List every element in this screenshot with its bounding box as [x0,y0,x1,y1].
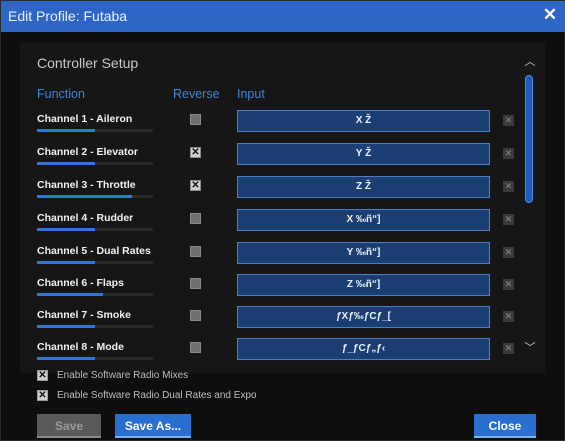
channel-level-bar [37,325,153,328]
channel-row: Channel 3 - Throttle ✕ Z Ž ✕ [37,176,523,207]
reverse-checkbox[interactable] [190,342,201,353]
channel-label: Channel 4 - Rudder [37,212,134,224]
channel-level-fill [37,129,95,132]
section-title: Controller Setup [37,55,139,71]
channel-level-bar [37,261,153,264]
column-header-function: Function [37,87,85,101]
clear-input-icon[interactable]: ✕ [503,247,514,258]
channel-level-bar [37,195,153,198]
channel-row: Channel 2 - Elevator ✕ Y Ž ✕ [37,143,523,174]
channel-level-fill [37,293,103,296]
option-label: Enable Software Radio Dual Rates and Exp… [57,390,257,401]
save-as-button[interactable]: Save As... [115,414,191,438]
chevron-up-icon[interactable]: ︿ [523,56,537,68]
reverse-checkbox[interactable] [190,310,201,321]
channel-level-bar [37,293,153,296]
chevron-down-icon[interactable]: ﹀ [523,342,537,354]
channel-label: Channel 8 - Mode [37,341,124,353]
channel-level-fill [37,357,95,360]
channel-input-field[interactable]: Y Ž [237,143,490,165]
checkbox-dual-rates-expo[interactable]: ✕ [37,390,48,401]
checkbox-software-radio-mixes[interactable]: ✕ [37,370,48,381]
channel-label: Channel 7 - Smoke [37,309,131,321]
channel-input-field[interactable]: X Ž [237,110,490,132]
channel-level-fill [37,261,95,264]
channel-label: Channel 5 - Dual Rates [37,245,151,257]
channel-row: Channel 1 - Aileron X Ž ✕ [37,110,523,141]
reverse-checkbox[interactable]: ✕ [190,147,201,158]
clear-input-icon[interactable]: ✕ [503,181,514,192]
scrollbar[interactable]: ︿ ﹀ [520,56,540,356]
column-header-input: Input [237,87,265,101]
window-title: Edit Profile: Futaba [8,8,128,24]
channel-input-field[interactable]: Z Ž [237,176,490,198]
channel-level-bar [37,228,153,231]
scrollbar-thumb[interactable] [525,75,533,203]
channel-row: Channel 4 - Rudder X ‰ñ“] ✕ [37,209,523,240]
channel-input-field[interactable]: ƒXƒ‰ƒCƒ_[ [237,306,490,328]
title-bar: Edit Profile: Futaba ✕ [1,1,565,32]
clear-input-icon[interactable]: ✕ [503,279,514,290]
column-header-reverse: Reverse [173,87,220,101]
channel-level-fill [37,195,132,198]
channel-label: Channel 3 - Throttle [37,179,136,191]
channel-level-bar [37,357,153,360]
clear-input-icon[interactable]: ✕ [503,148,514,159]
option-label: Enable Software Radio Mixes [57,370,189,381]
option-dual-rates-expo[interactable]: ✕ Enable Software Radio Dual Rates and E… [37,390,257,401]
clear-input-icon[interactable]: ✕ [503,214,514,225]
option-software-radio-mixes[interactable]: ✕ Enable Software Radio Mixes [37,370,188,381]
reverse-checkbox[interactable] [190,278,201,289]
channel-level-fill [37,162,95,165]
channel-input-field[interactable]: Y ‰ñ“] [237,242,490,264]
channel-input-field[interactable]: ƒ_ƒCƒ„ƒ‹ [237,338,490,360]
close-icon[interactable]: ✕ [541,6,559,24]
reverse-checkbox[interactable] [190,246,201,257]
edit-profile-window: Edit Profile: Futaba ✕ Controller Setup … [0,0,565,441]
reverse-checkbox[interactable] [190,114,201,125]
clear-input-icon[interactable]: ✕ [503,115,514,126]
save-button[interactable]: Save [37,414,101,438]
channel-level-bar [37,162,153,165]
channel-row: Channel 8 - Mode ƒ_ƒCƒ„ƒ‹ ✕ [37,338,523,369]
channel-input-field[interactable]: Z ‰ñ“] [237,274,490,296]
channel-label: Channel 6 - Flaps [37,277,124,289]
channel-row: Channel 7 - Smoke ƒXƒ‰ƒCƒ_[ ✕ [37,306,523,337]
clear-input-icon[interactable]: ✕ [503,311,514,322]
channel-label: Channel 2 - Elevator [37,146,138,158]
channel-row: Channel 6 - Flaps Z ‰ñ“] ✕ [37,274,523,305]
channel-input-field[interactable]: X ‰ñ“] [237,209,490,231]
reverse-checkbox[interactable] [190,213,201,224]
clear-input-icon[interactable]: ✕ [503,343,514,354]
channel-row: Channel 5 - Dual Rates Y ‰ñ“] ✕ [37,242,523,273]
reverse-checkbox[interactable]: ✕ [190,180,201,191]
channel-level-fill [37,325,95,328]
close-button[interactable]: Close [474,414,536,438]
channel-level-fill [37,228,95,231]
channel-label: Channel 1 - Aileron [37,113,133,125]
channel-level-bar [37,129,153,132]
